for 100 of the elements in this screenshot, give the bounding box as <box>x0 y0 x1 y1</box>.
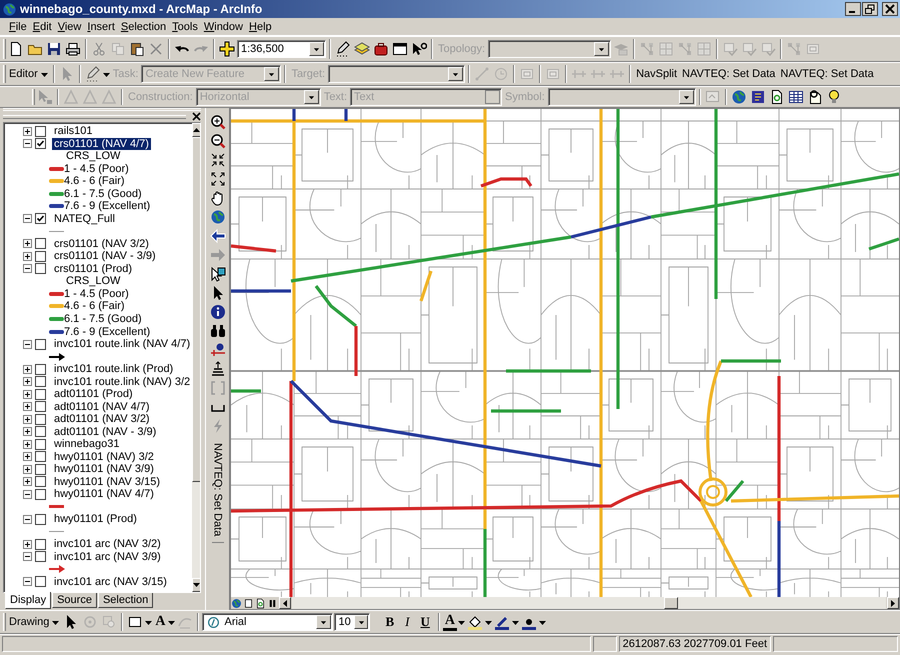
expander-icon[interactable] <box>23 402 32 412</box>
layer-name[interactable]: crs01101 (NAV - 3/9) <box>52 250 158 262</box>
globe-icon[interactable] <box>2 2 17 16</box>
menu-item[interactable]: Tools <box>169 20 201 32</box>
layer-name[interactable]: invc101 route.link (Prod) <box>52 363 176 376</box>
toolbox-icon[interactable] <box>373 41 389 57</box>
globe-icon[interactable] <box>231 598 242 608</box>
layer-name[interactable]: invc101 arc (NAV 3/15) <box>52 576 169 588</box>
clipboard-icon[interactable] <box>129 41 145 57</box>
toc-tab[interactable]: Display <box>5 592 52 609</box>
expander-icon[interactable] <box>23 377 32 386</box>
drawing-menu[interactable]: Drawing <box>7 613 62 631</box>
pencil-icon[interactable] <box>335 41 351 57</box>
layer-checkbox[interactable] <box>35 213 46 224</box>
expander-icon[interactable] <box>23 126 32 136</box>
close-icon[interactable] <box>192 112 201 121</box>
menu-item[interactable]: View <box>54 20 84 32</box>
layer-checkbox[interactable] <box>35 376 46 388</box>
layer-name[interactable]: crs01101 (NAV 4/7) <box>52 138 151 150</box>
layer-checkbox[interactable] <box>35 514 46 525</box>
menu-item[interactable]: Edit <box>30 20 55 32</box>
layer-checkbox[interactable] <box>35 438 46 450</box>
node-graph-icon[interactable] <box>639 41 656 57</box>
restore-button[interactable] <box>862 2 878 16</box>
layer-checkbox[interactable] <box>35 464 46 475</box>
expander-icon[interactable] <box>23 214 32 224</box>
expander-icon[interactable] <box>23 490 32 499</box>
minimize-button[interactable] <box>845 2 861 16</box>
vertical-toolbar-button[interactable]: NAVTEQ: Set Data <box>212 437 224 544</box>
layer-name[interactable]: crs01101 (Prod) <box>52 262 134 275</box>
expander-icon[interactable] <box>23 464 32 474</box>
format-button[interactable]: I <box>400 614 414 630</box>
expander-icon[interactable] <box>23 139 32 148</box>
layer-name[interactable]: invc101 route.link (NAV) 3/2 <box>52 376 192 388</box>
scroll-right-icon[interactable] <box>891 600 895 606</box>
stacked-layers-icon[interactable] <box>354 41 370 57</box>
layer-name[interactable]: adt01101 (NAV - 3/9) <box>52 426 158 438</box>
line-color-icon[interactable] <box>494 614 510 630</box>
toc-tab[interactable]: Selection <box>98 593 154 608</box>
toc-tab[interactable]: Source <box>52 593 97 608</box>
layer-name[interactable]: crs01101 (NAV 3/2) <box>52 238 151 250</box>
layer-name[interactable]: hwy01101 (NAV 4/7) <box>52 488 156 500</box>
menu-item[interactable]: File <box>6 20 30 32</box>
layer-checkbox[interactable] <box>35 538 46 550</box>
measure-icon[interactable] <box>210 342 226 358</box>
window-icon[interactable] <box>392 41 408 57</box>
document-icon[interactable] <box>8 41 24 57</box>
arrows-inward-icon[interactable] <box>210 152 226 168</box>
close-button[interactable] <box>882 2 898 16</box>
layer-checkbox[interactable] <box>35 263 46 274</box>
font-dropdown[interactable]: Arial <box>202 613 334 631</box>
binoculars-icon[interactable] <box>210 323 226 339</box>
identify-icon[interactable] <box>210 304 226 320</box>
scale-dropdown[interactable]: 1:36,500 <box>237 40 326 58</box>
layer-checkbox[interactable] <box>35 426 46 438</box>
pause-icon[interactable] <box>267 598 278 608</box>
layer-checkbox[interactable] <box>35 238 46 250</box>
scroll-thumb[interactable] <box>664 597 678 609</box>
layer-checkbox[interactable] <box>35 451 46 462</box>
expander-icon[interactable] <box>23 364 32 374</box>
layer-checkbox[interactable] <box>35 388 46 400</box>
printer-icon[interactable] <box>65 41 81 57</box>
layer-name[interactable]: hwy01101 (Prod) <box>52 513 139 526</box>
expander-icon[interactable] <box>23 552 32 562</box>
layer-name[interactable]: hwy01101 (NAV 3/9) <box>52 463 156 476</box>
node-graph-icon[interactable] <box>677 41 694 57</box>
menu-item[interactable]: Selection <box>118 20 170 32</box>
expander-icon[interactable] <box>23 239 32 248</box>
layer-name[interactable]: invc101 arc (NAV 3/2) <box>52 538 163 550</box>
scroll-up-icon[interactable] <box>193 128 200 132</box>
layer-name[interactable]: NATEQ_Full <box>52 212 117 225</box>
layer-name[interactable]: invc101 arc (NAV 3/9) <box>52 550 163 563</box>
page-icon[interactable] <box>243 598 254 608</box>
scroll-down-icon[interactable] <box>193 583 200 587</box>
font-size-dropdown[interactable]: 10 <box>334 613 370 631</box>
layer-name[interactable]: hwy01101 (NAV 3/15) <box>52 476 162 488</box>
layer-name[interactable]: hwy01101 (NAV) 3/2 <box>52 450 156 463</box>
expander-icon[interactable] <box>23 440 32 449</box>
expander-icon[interactable] <box>23 577 32 586</box>
scroll-thumb[interactable] <box>192 137 200 482</box>
help-pointer-icon[interactable] <box>411 41 427 57</box>
zoom-in-icon[interactable] <box>210 114 226 130</box>
layer-name[interactable]: adt01101 (NAV 3/2) <box>52 413 152 426</box>
font-icon[interactable] <box>207 616 220 628</box>
expander-icon[interactable] <box>23 390 32 399</box>
node-graph-icon[interactable] <box>786 41 802 57</box>
format-button[interactable]: U <box>416 614 435 630</box>
layer-checkbox[interactable] <box>35 338 46 350</box>
layer-checkbox[interactable] <box>35 488 46 500</box>
menu-item[interactable]: Help <box>246 20 275 32</box>
menu-item[interactable]: Insert <box>84 20 118 32</box>
expander-icon[interactable] <box>23 540 32 549</box>
layer-checkbox[interactable] <box>35 551 46 562</box>
scroll-left-icon[interactable] <box>283 600 287 606</box>
paint-bucket-icon[interactable] <box>467 614 484 630</box>
stacked-bars-icon[interactable] <box>210 361 226 377</box>
expander-icon[interactable] <box>23 452 32 462</box>
expander-icon[interactable] <box>23 427 32 436</box>
left-arrow-icon[interactable] <box>210 228 226 244</box>
expander-icon[interactable] <box>23 477 32 486</box>
